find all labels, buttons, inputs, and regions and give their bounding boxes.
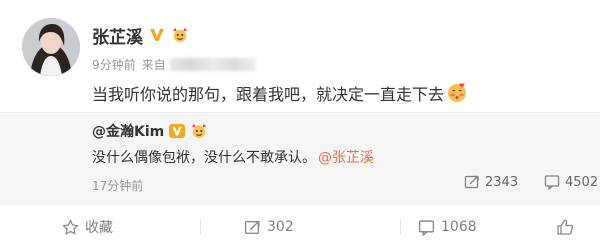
- repost-icon: [244, 219, 261, 236]
- action-bar: 收藏 302 1068: [0, 204, 600, 249]
- quoted-text-content: 没什么偶像包袱，没什么不敢承认。: [92, 150, 316, 166]
- weibo-post: 张芷溪 9分钟前 来自 当我听你说的那句，跟着我吧，就决定一直走下去 @金瀚Ki…: [0, 0, 600, 249]
- like-button[interactable]: [556, 205, 574, 249]
- vip-v-icon: [168, 122, 186, 140]
- favorite-label: 收藏: [85, 220, 113, 236]
- post-text: 当我听你说的那句，跟着我吧，就决定一直走下去: [92, 80, 468, 106]
- star-icon: [62, 219, 79, 236]
- quoted-comment-count: 4502: [565, 174, 599, 190]
- like-icon: [556, 218, 574, 236]
- comment-icon: [544, 174, 560, 190]
- divider: [400, 219, 401, 235]
- post-time[interactable]: 9分钟前: [92, 56, 136, 73]
- blurred-source: [169, 57, 256, 71]
- author-name[interactable]: 张芷溪: [92, 23, 143, 48]
- comment-count: 1068: [441, 219, 477, 235]
- favorite-button[interactable]: 收藏: [62, 205, 113, 249]
- post-source-prefix: 来自: [141, 57, 166, 72]
- emoji-icon: [190, 122, 208, 140]
- quoted-time[interactable]: 17分钟前: [92, 177, 143, 194]
- quoted-author-name[interactable]: @金瀚Kim: [92, 121, 164, 141]
- verified-v-icon: [148, 26, 166, 44]
- repost-icon: [464, 174, 480, 190]
- emoji-icon: [171, 26, 189, 44]
- blush-emoji-icon: [446, 82, 468, 104]
- comment-icon: [418, 219, 435, 236]
- repost-button[interactable]: 302: [244, 205, 294, 249]
- mention-link[interactable]: @张芷溪: [318, 147, 374, 167]
- quoted-comment-button[interactable]: 4502: [544, 174, 598, 190]
- quoted-text: 没什么偶像包袱，没什么不敢承认。 @张芷溪: [92, 147, 374, 167]
- author-row: 张芷溪: [92, 23, 189, 48]
- comment-button[interactable]: 1068: [418, 205, 477, 249]
- post-text-content: 当我听你说的那句，跟着我吧，就决定一直走下去: [92, 85, 445, 104]
- quoted-post[interactable]: @金瀚Kim 没什么偶像包袱，没什么不敢承认。 @张芷溪 17分钟前 2343 …: [0, 112, 600, 205]
- post-meta: 9分钟前 来自: [92, 56, 256, 72]
- quoted-repost-count: 2343: [485, 174, 519, 190]
- quoted-repost-button[interactable]: 2343: [464, 174, 518, 190]
- quoted-author-row: @金瀚Kim: [92, 121, 208, 141]
- divider: [200, 219, 201, 235]
- avatar[interactable]: [22, 18, 80, 76]
- repost-count: 302: [267, 219, 294, 235]
